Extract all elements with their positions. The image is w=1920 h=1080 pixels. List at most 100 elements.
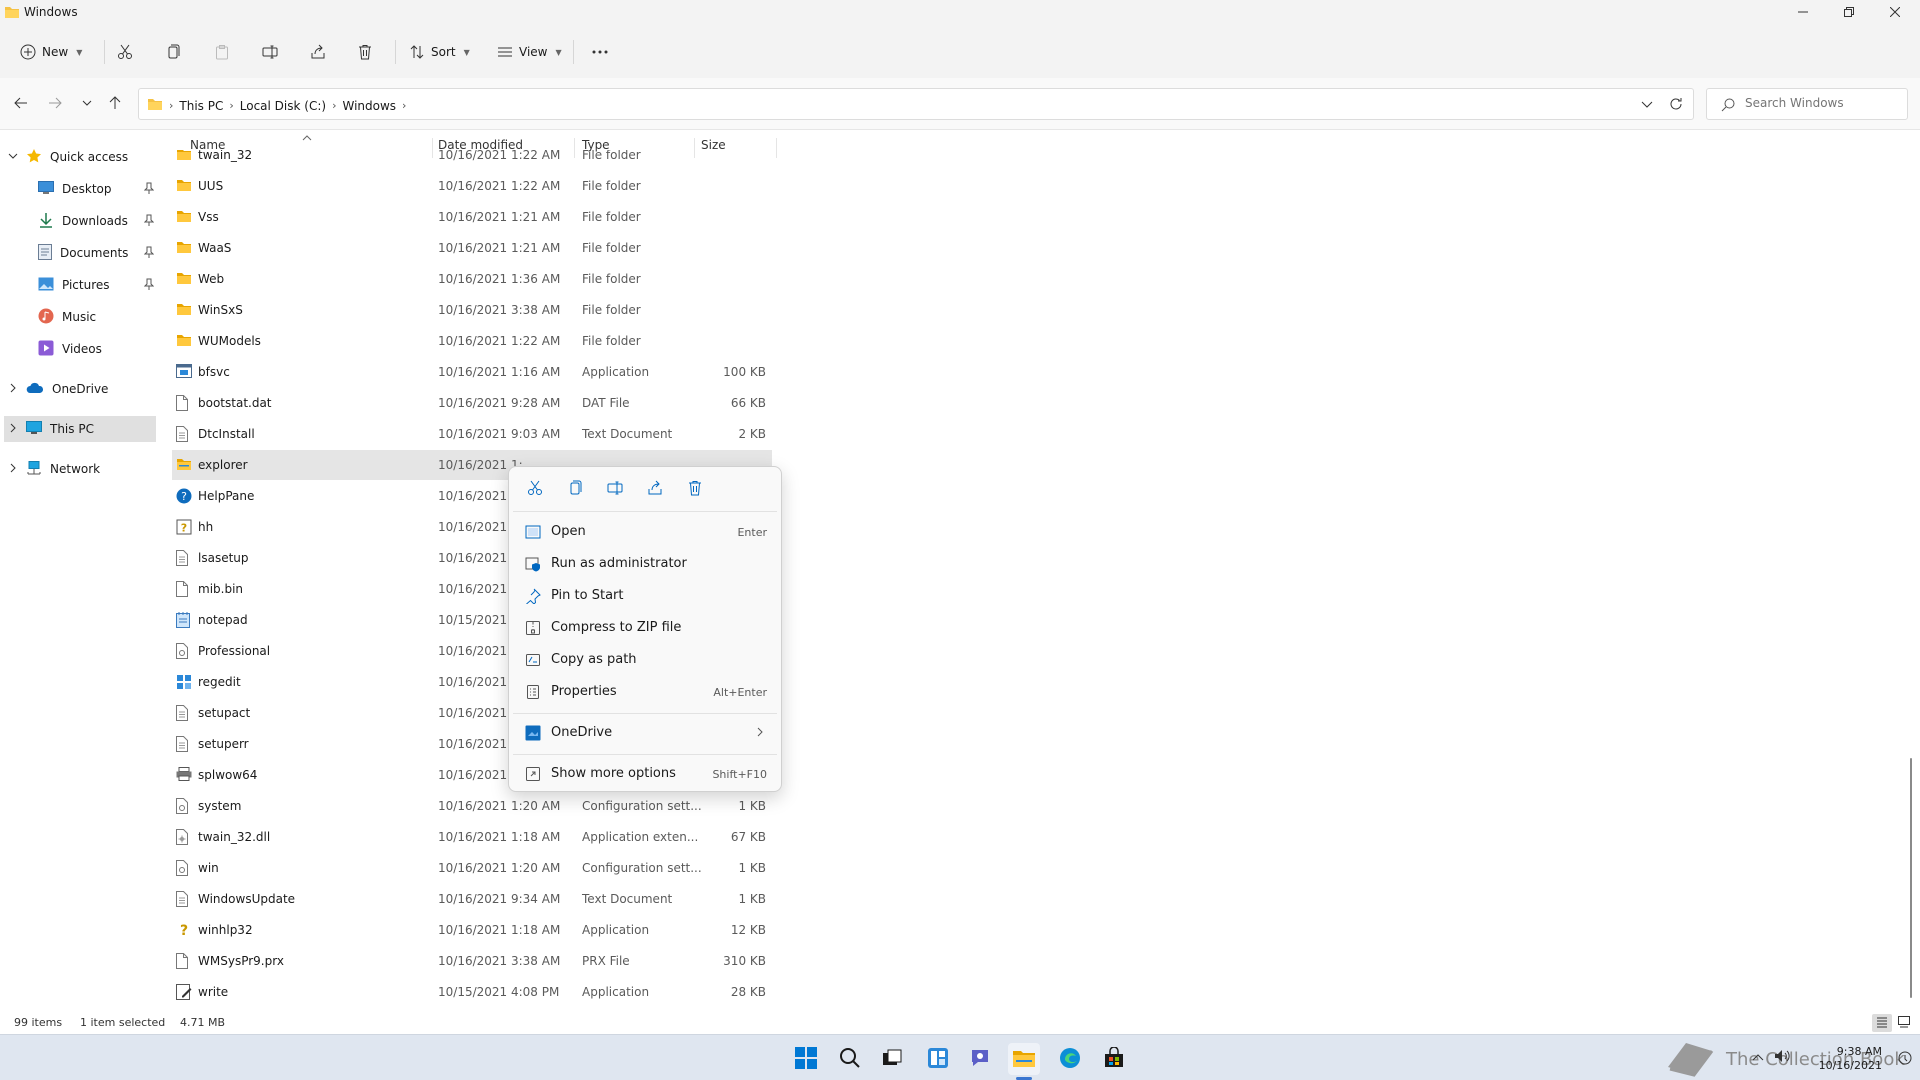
file-row[interactable]: WMSysPr9.prx 10/16/2021 3:38 AM PRX File 31… <box>172 946 772 976</box>
chevron-right-icon[interactable]: › <box>402 99 406 112</box>
file-type: Text Document <box>582 892 673 906</box>
context-share-button[interactable] <box>635 475 675 503</box>
nav-item-quick-access[interactable]: Quick access <box>8 144 158 170</box>
start-button[interactable] <box>790 1043 822 1075</box>
paste-button[interactable] <box>214 40 230 64</box>
delete-button[interactable] <box>357 40 373 64</box>
breadcrumb-local-disk[interactable]: Local Disk (C:) <box>240 99 326 113</box>
menu-item-onedrive[interactable]: OneDrive <box>513 718 777 748</box>
nav-item-downloads[interactable]: Downloads <box>38 208 155 234</box>
context-rename-button[interactable] <box>595 475 635 503</box>
edge-button[interactable] <box>1054 1043 1086 1075</box>
menu-item-shortcut: Enter <box>737 526 767 539</box>
folder-icon <box>176 150 192 164</box>
nav-item-videos[interactable]: Videos <box>38 336 154 362</box>
volume-icon[interactable] <box>1774 1049 1790 1066</box>
pin-icon[interactable] <box>143 182 155 197</box>
nav-item-music[interactable]: Music <box>38 304 154 330</box>
svg-text:?: ? <box>181 490 187 503</box>
up-button[interactable] <box>104 93 126 115</box>
menu-item-compress-zip[interactable]: Compress to ZIP file <box>513 613 777 643</box>
breadcrumb-this-pc[interactable]: This PC <box>179 99 223 113</box>
menu-item-run-as-administrator[interactable]: Run as administrator <box>513 549 777 579</box>
pin-icon[interactable] <box>143 246 155 261</box>
music-icon <box>38 308 54 327</box>
tray-overflow-icon[interactable] <box>1752 1051 1764 1065</box>
widgets-button[interactable] <box>922 1043 954 1075</box>
file-row[interactable]: WaaS 10/16/2021 1:21 AM File folder <box>172 233 772 263</box>
column-divider[interactable] <box>776 138 777 158</box>
close-button[interactable] <box>1872 0 1918 26</box>
file-row[interactable]: DtcInstall 10/16/2021 9:03 AM Text Documen… <box>172 419 772 449</box>
share-button[interactable] <box>310 40 326 64</box>
restore-button[interactable] <box>1826 0 1872 26</box>
file-row[interactable]: WinSxS 10/16/2021 3:38 AM File folder <box>172 295 772 325</box>
copy-button[interactable] <box>165 40 181 64</box>
context-delete-button[interactable] <box>675 475 715 503</box>
breadcrumb-windows[interactable]: Windows <box>342 99 396 113</box>
back-button[interactable] <box>10 93 32 115</box>
file-row[interactable]: twain_32.dll 10/16/2021 1:18 AM Applicatio… <box>172 822 772 852</box>
file-date-modified: 10/16/2021 1:20 AM <box>438 799 561 813</box>
scrollbar-thumb[interactable] <box>1910 758 1912 998</box>
menu-item-open[interactable]: Open Enter <box>513 517 777 547</box>
menu-item-properties[interactable]: Properties Alt+Enter <box>513 677 777 707</box>
pin-icon[interactable] <box>143 214 155 229</box>
file-row[interactable]: Vss 10/16/2021 1:21 AM File folder <box>172 202 772 232</box>
address-bar[interactable]: › This PC › Local Disk (C:) › Windows › <box>138 88 1694 120</box>
nav-item-documents[interactable]: Documents <box>38 240 155 266</box>
refresh-button[interactable] <box>1669 97 1683 114</box>
file-row[interactable]: bfsvc 10/16/2021 1:16 AM Application 100 KB <box>172 357 772 387</box>
nav-item-desktop[interactable]: Desktop <box>38 176 155 202</box>
file-row[interactable]: bootstat.dat 10/16/2021 9:28 AM DAT File 66… <box>172 388 772 418</box>
recent-locations-button[interactable] <box>76 93 98 115</box>
file-row[interactable]: twain_32 10/16/2021 1:22 AM File folder <box>172 150 772 170</box>
new-button[interactable]: New ▼ <box>20 40 82 64</box>
forward-button[interactable] <box>44 93 66 115</box>
menu-item-show-more-options[interactable]: Show more options Shift+F10 <box>513 759 777 789</box>
notification-icon[interactable] <box>1898 1051 1912 1068</box>
file-row[interactable]: win 10/16/2021 1:20 AM Configuration sett.… <box>172 853 772 883</box>
nav-item-this-pc[interactable]: This PC <box>4 416 156 442</box>
file-row[interactable]: WindowsUpdate 10/16/2021 9:34 AM Text Docu… <box>172 884 772 914</box>
file-date-modified: 10/16/2021 1:36 AM <box>438 272 561 286</box>
view-button[interactable]: View ▼ <box>497 40 562 64</box>
menu-item-copy-as-path[interactable]: Copy as path <box>513 645 777 675</box>
pin-icon[interactable] <box>143 278 155 293</box>
file-row[interactable]: ? winhlp32 10/16/2021 1:18 AM Application 12… <box>172 915 772 945</box>
file-row[interactable]: Web 10/16/2021 1:36 AM File folder <box>172 264 772 294</box>
taskbar-search-button[interactable] <box>834 1043 866 1075</box>
file-row[interactable]: write 10/15/2021 4:08 PM Application 28 KB <box>172 977 772 1007</box>
taskbar: The Collection Book 9:38 AM 10/16/2021 <box>0 1034 1920 1080</box>
cut-button[interactable] <box>117 40 133 64</box>
nav-item-network[interactable]: Network <box>8 456 158 482</box>
nav-item-pictures[interactable]: Pictures <box>38 272 155 298</box>
more-button[interactable] <box>591 40 609 64</box>
teams-chat-button[interactable] <box>964 1043 996 1075</box>
clock[interactable]: 9:38 AM 10/16/2021 <box>1819 1045 1882 1073</box>
minimize-button[interactable] <box>1780 0 1826 26</box>
file-date-modified: 10/16/2021 9:03 AM <box>438 427 561 441</box>
vertical-scrollbar[interactable] <box>1908 138 1914 1010</box>
details-view-button[interactable] <box>1872 1014 1892 1032</box>
context-cut-button[interactable] <box>515 475 555 503</box>
address-dropdown-button[interactable] <box>1641 98 1653 113</box>
menu-item-pin-to-start[interactable]: Pin to Start <box>513 581 777 611</box>
file-row[interactable]: system 10/16/2021 1:20 AM Configuration se… <box>172 791 772 821</box>
chevron-right-icon: › <box>332 99 337 112</box>
file-row[interactable]: WUModels 10/16/2021 1:22 AM File folder <box>172 326 772 356</box>
file-explorer-taskbar-button[interactable] <box>1008 1043 1040 1075</box>
svg-text:?: ? <box>181 522 187 535</box>
nav-item-onedrive[interactable]: OneDrive <box>8 376 158 402</box>
search-input[interactable] <box>1745 96 1895 110</box>
task-view-button[interactable] <box>876 1043 908 1075</box>
tiles-view-button[interactable] <box>1894 1014 1914 1032</box>
file-name: twain_32 <box>198 150 253 162</box>
file-row[interactable]: UUS 10/16/2021 1:22 AM File folder <box>172 171 772 201</box>
text-icon <box>176 550 188 569</box>
sort-button[interactable]: Sort ▼ <box>409 40 470 64</box>
store-button[interactable] <box>1098 1043 1130 1075</box>
search-box[interactable] <box>1706 88 1908 120</box>
context-copy-button[interactable] <box>555 475 595 503</box>
rename-button[interactable] <box>262 40 278 64</box>
